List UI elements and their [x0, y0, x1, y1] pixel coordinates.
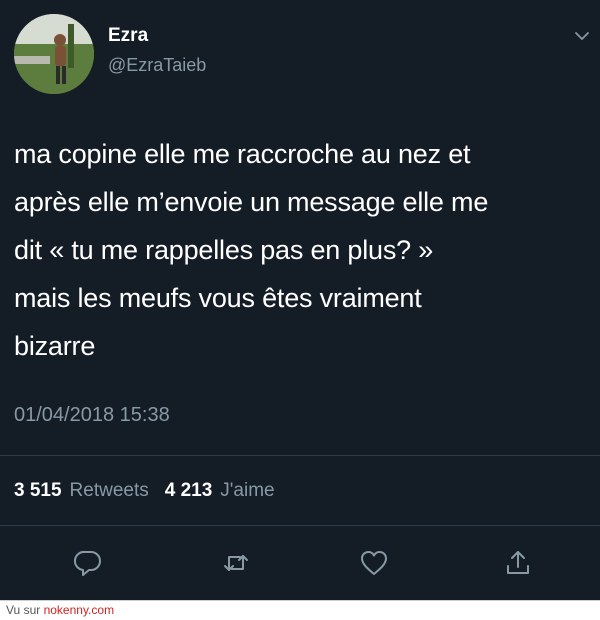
- footer-prefix: Vu sur: [6, 603, 44, 617]
- tweet-text: ma copine elle me raccroche au nez et ap…: [14, 139, 489, 361]
- divider: [0, 525, 600, 526]
- likes-label[interactable]: J'aime: [220, 478, 274, 504]
- tweet-card: Ezra @EzraTaieb ma copine elle me raccro…: [0, 0, 600, 600]
- reply-icon: [74, 550, 101, 576]
- footer-credit: Vu sur nokenny.com: [0, 600, 600, 620]
- like-button[interactable]: [356, 545, 392, 581]
- divider: [0, 455, 600, 456]
- avatar-photo: [14, 14, 94, 94]
- author-display-name[interactable]: Ezra: [108, 24, 148, 48]
- tweet-timestamp[interactable]: 01/04/2018 15:38: [14, 402, 170, 428]
- retweet-button[interactable]: [218, 545, 254, 581]
- retweet-icon: [224, 555, 248, 571]
- author-handle[interactable]: @EzraTaieb: [108, 54, 206, 76]
- likes-count[interactable]: 4 213: [165, 478, 213, 504]
- chevron-down-icon[interactable]: [572, 26, 592, 46]
- retweets-label[interactable]: Retweets: [70, 478, 149, 504]
- reply-button[interactable]: [70, 545, 106, 581]
- avatar[interactable]: [14, 14, 94, 94]
- footer-site-link[interactable]: nokenny.com: [44, 603, 114, 617]
- tweet-stats: 3 515 Retweets 4 213 J'aime: [14, 478, 275, 504]
- share-button[interactable]: [500, 545, 536, 581]
- retweets-count[interactable]: 3 515: [14, 478, 62, 504]
- heart-icon: [361, 551, 387, 575]
- tweet-actions: [0, 545, 600, 585]
- share-icon: [507, 551, 529, 574]
